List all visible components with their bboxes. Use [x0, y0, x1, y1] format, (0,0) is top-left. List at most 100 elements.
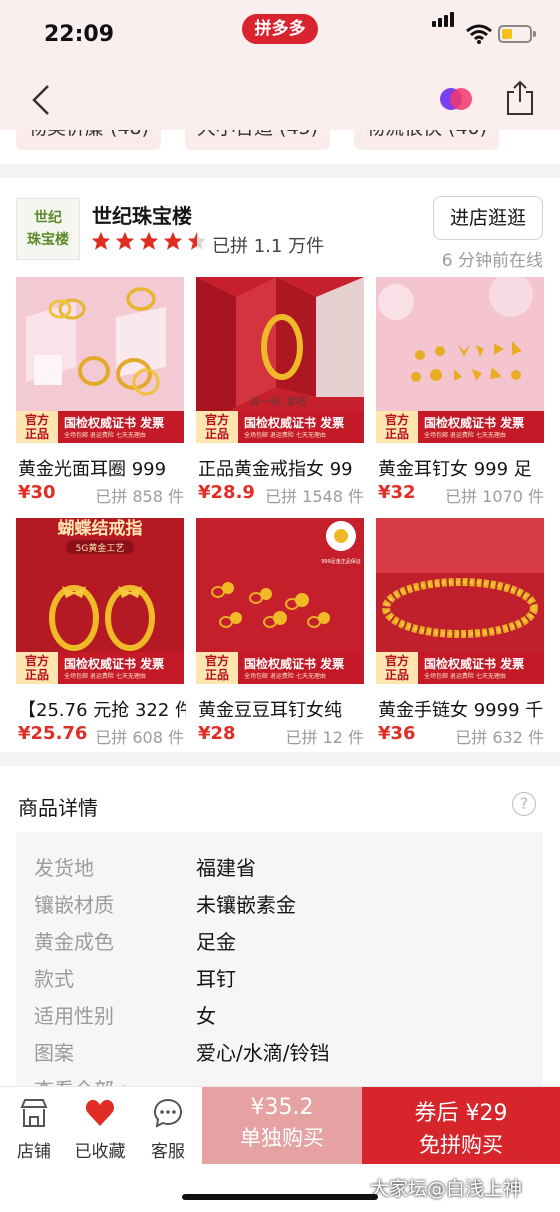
product-badge: 官方 正品 国检权威证书 发票 全场包邮 退运费险 七天无理由: [16, 411, 184, 443]
store-section: 世纪 珠宝楼 世纪珠宝楼 已拼 1.1 万件 进店逛逛 6 分钟前在线 官方 正…: [0, 178, 560, 752]
product-title: 【25.76 元抢 322 件: [18, 700, 186, 721]
official-badge: 官方 正品: [196, 411, 238, 443]
details-value: 未镶嵌素金: [196, 893, 296, 917]
product-image[interactable]: 官方 正品 国检权威证书 发票 全场包邮 退运费险 七天无理由: [16, 277, 184, 443]
product-badge: 官方 正品 国检权威证书 发票 全场包邮 退运费险 七天无理由: [16, 652, 184, 684]
pinduoduo-logo-icon[interactable]: [438, 84, 474, 114]
product-card[interactable]: 这一刻, 爱吧 官方 正品 国检权威证书 发票 全场包邮 退运费险 七天无理由 正…: [196, 277, 364, 506]
details-row: 黄金成色 足金: [16, 922, 543, 958]
buy-solo-button[interactable]: ¥35.2 单独购买: [202, 1087, 362, 1164]
chat-icon: [153, 1098, 183, 1128]
store-logo-text: 珠宝楼: [27, 232, 69, 248]
product-badge: 官方 正品 国检权威证书 发票 全场包邮 退运费险 七天无理由: [376, 652, 544, 684]
product-banner: 蝴蝶结戒指: [58, 518, 143, 539]
details-row: 适用性别 女: [16, 996, 543, 1032]
product-title: 黄金耳钉女 999 足: [378, 459, 532, 480]
wifi-icon: [466, 24, 492, 44]
product-title: 黄金豆豆耳钉女纯: [198, 700, 342, 721]
cert-text: 国检权威证书 发票: [64, 416, 165, 430]
official-badge: 官方 正品: [196, 652, 238, 684]
product-card[interactable]: 999足金正品保证 官方 正品 国检权威证书 发票 全场包邮 退运费险 七天无理由: [196, 518, 364, 747]
cert-subtext: 全场包邮 退运费险 七天无理由: [244, 673, 326, 680]
details-key: 款式: [34, 967, 74, 991]
product-image[interactable]: 这一刻, 爱吧 官方 正品 国检权威证书 发票 全场包邮 退运费险 七天无理由: [196, 277, 364, 443]
question-circle-icon[interactable]: ?: [512, 792, 536, 816]
star-icon: [115, 231, 135, 250]
product-card[interactable]: 官方 正品 国检权威证书 发票 全场包邮 退运费险 七天无理由 黄金手链女 999…: [376, 518, 544, 747]
store-sold-count: 已拼 1.1 万件: [212, 236, 325, 257]
product-sold: 已拼 12 件: [285, 728, 364, 747]
product-price: ¥32: [378, 482, 416, 503]
star-icon: [163, 231, 183, 250]
home-indicator[interactable]: [182, 1194, 378, 1200]
group-price: 券后 ¥29: [414, 1101, 508, 1126]
details-key: 黄金成色: [34, 930, 114, 954]
details-key: 图案: [34, 1041, 74, 1065]
chevron-left-icon[interactable]: [26, 82, 62, 118]
tab-label: 店铺: [17, 1142, 51, 1162]
store-tab[interactable]: 店铺: [2, 1097, 66, 1162]
status-bar: 22:09 拼多多: [0, 0, 560, 70]
product-sold: 已拼 858 件: [95, 487, 184, 506]
details-row: 款式 耳钉: [16, 959, 543, 995]
product-title: 正品黄金戒指女 99: [198, 459, 353, 480]
app-indicator-pill: 拼多多: [242, 14, 318, 44]
product-price: ¥36: [378, 723, 416, 744]
product-title: 黄金光面耳圈 999: [18, 459, 167, 480]
store-logo[interactable]: 世纪 珠宝楼: [16, 198, 80, 260]
product-sold: 已拼 608 件: [95, 728, 184, 747]
product-details-section: 商品详情 ? 发货地 福建省 镶嵌材质 未镶嵌素金 黄金成色 足金 款式 耳钉 适用性别…: [0, 766, 560, 1102]
cert-subtext: 全场包邮 退运费险 七天无理由: [424, 432, 506, 439]
product-banner-sub: 5G黄金工艺: [76, 542, 125, 554]
details-value: 福建省: [196, 856, 256, 880]
store-name[interactable]: 世纪珠宝楼: [92, 200, 192, 229]
product-image[interactable]: 官方 正品 国检权威证书 发票 全场包邮 退运费险 七天无理由: [376, 518, 544, 684]
product-card[interactable]: 官方 正品 国检权威证书 发票 全场包邮 退运费险 七天无理由 黄金耳钉女 999…: [376, 277, 544, 506]
details-row: 发货地 福建省: [16, 848, 543, 884]
service-tab[interactable]: 客服: [136, 1097, 200, 1162]
details-row: 镶嵌材质 未镶嵌素金: [16, 885, 543, 921]
status-time: 22:09: [44, 22, 115, 47]
details-row: 图案 爱心/水滴/铃铛: [16, 1033, 543, 1069]
store-rating: [90, 230, 210, 254]
star-half-icon: [187, 231, 207, 250]
store-logo-text: 世纪: [34, 210, 62, 226]
cert-subtext: 全场包邮 退运费险 七天无理由: [424, 673, 506, 680]
details-value: 女: [196, 1004, 216, 1028]
visit-store-button[interactable]: 进店逛逛: [433, 196, 543, 240]
product-caption: 999足金正品保证: [321, 558, 361, 565]
product-image[interactable]: 蝴蝶结戒指 5G黄金工艺 官方 正品 国检权威证书 发票 全场包邮 退运费险 七天…: [16, 518, 184, 684]
cert-text: 国检权威证书 发票: [244, 657, 345, 671]
details-value: 耳钉: [196, 967, 236, 991]
details-value: 足金: [196, 930, 236, 954]
details-key: 适用性别: [34, 1004, 114, 1028]
tab-label: 客服: [151, 1142, 185, 1162]
store-online-status: 6 分钟前在线: [441, 251, 543, 271]
product-sold: 已拼 1070 件: [445, 487, 544, 506]
product-badge: 官方 正品 国检权威证书 发票 全场包邮 退运费险 七天无理由: [196, 411, 364, 443]
official-badge: 官方 正品: [16, 411, 58, 443]
product-badge: 官方 正品 国检权威证书 发票 全场包邮 退运费险 七天无理由: [196, 652, 364, 684]
review-tag[interactable]: 物美价廉 (48): [16, 130, 162, 150]
product-card[interactable]: 官方 正品 国检权威证书 发票 全场包邮 退运费险 七天无理由 黄金光面耳圈 99…: [16, 277, 184, 506]
product-image[interactable]: 官方 正品 国检权威证书 发票 全场包邮 退运费险 七天无理由: [376, 277, 544, 443]
favorite-tab[interactable]: 已收藏: [68, 1097, 132, 1162]
product-card[interactable]: 蝴蝶结戒指 5G黄金工艺 官方 正品 国检权威证书 发票 全场包邮 退运费险 七天…: [16, 518, 186, 747]
product-price: ¥30: [18, 482, 56, 503]
product-title: 黄金手链女 9999 千: [378, 700, 544, 721]
review-tag-strip: 物美价廉 (48) 大小合适 (45) 物流很快 (40): [0, 130, 560, 164]
product-price: ¥25.76: [18, 723, 88, 744]
cert-subtext: 全场包邮 退运费险 七天无理由: [64, 432, 146, 439]
product-image[interactable]: 999足金正品保证 官方 正品 国检权威证书 发票 全场包邮 退运费险 七天无理由: [196, 518, 364, 684]
details-table: 发货地 福建省 镶嵌材质 未镶嵌素金 黄金成色 足金 款式 耳钉 适用性别 女 图案 爱心/…: [16, 832, 543, 1102]
share-icon[interactable]: [504, 80, 536, 116]
details-key: 发货地: [34, 856, 94, 880]
review-tag[interactable]: 物流很快 (40): [354, 130, 500, 150]
star-icon: [139, 231, 159, 250]
product-price: ¥28.9: [198, 482, 255, 503]
review-tag[interactable]: 大小合适 (45): [185, 130, 331, 150]
buy-group-button[interactable]: 券后 ¥29 免拼购买: [362, 1087, 560, 1164]
product-sold: 已拼 1548 件: [265, 487, 364, 506]
watermark: 大家坛@白浅上神: [370, 1178, 523, 1200]
cert-text: 国检权威证书 发票: [64, 657, 165, 671]
